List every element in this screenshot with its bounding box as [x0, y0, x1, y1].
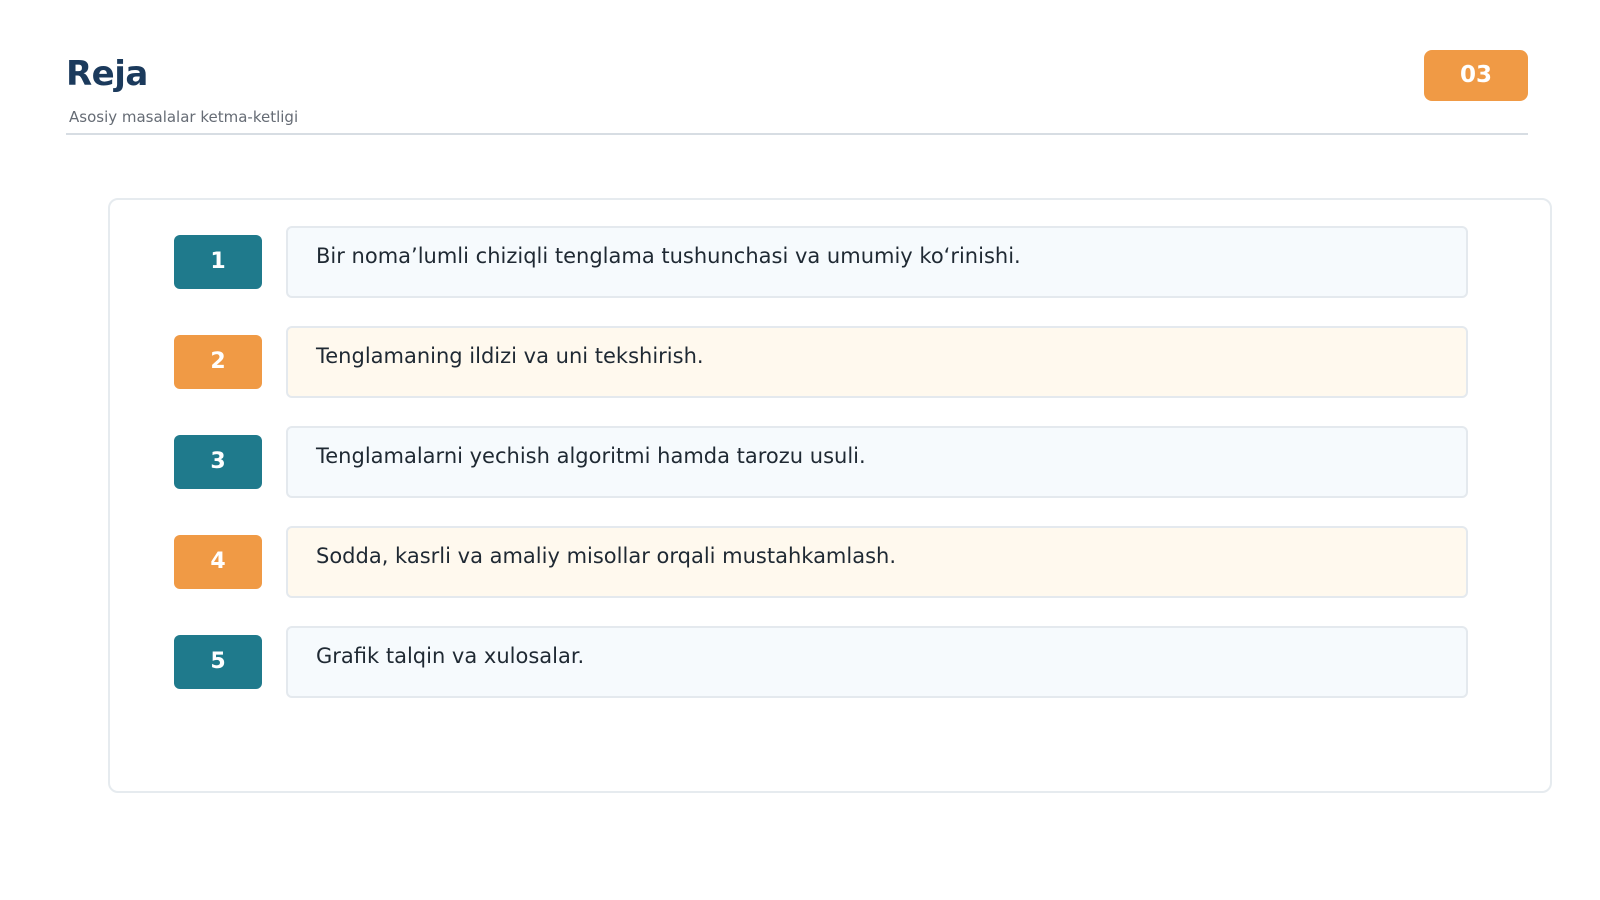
item-text: Tenglamalarni yechish algoritmi hamda ta… — [286, 426, 1468, 498]
plan-item: 5 Grafik talqin va xulosalar. — [110, 626, 1550, 698]
page-number-badge: 03 — [1424, 50, 1528, 101]
plan-item: 1 Bir noma’lumli chiziqli tenglama tushu… — [110, 226, 1550, 298]
page-title: Reja — [66, 54, 148, 94]
item-text: Bir noma’lumli chiziqli tenglama tushunc… — [286, 226, 1468, 298]
plan-panel: 1 Bir noma’lumli chiziqli tenglama tushu… — [108, 198, 1552, 793]
plan-item: 4 Sodda, kasrli va amaliy misollar orqal… — [110, 526, 1550, 598]
item-number-badge: 1 — [174, 235, 262, 289]
item-number-badge: 4 — [174, 535, 262, 589]
item-text: Sodda, kasrli va amaliy misollar orqali … — [286, 526, 1468, 598]
item-number-badge: 2 — [174, 335, 262, 389]
plan-item: 3 Tenglamalarni yechish algoritmi hamda … — [110, 426, 1550, 498]
item-number-badge: 5 — [174, 635, 262, 689]
item-number-badge: 3 — [174, 435, 262, 489]
plan-item: 2 Tenglamaning ildizi va uni tekshirish. — [110, 326, 1550, 398]
item-text: Tenglamaning ildizi va uni tekshirish. — [286, 326, 1468, 398]
page-subtitle: Asosiy masalalar ketma-ketligi — [69, 108, 299, 126]
item-text: Grafik talqin va xulosalar. — [286, 626, 1468, 698]
header-divider — [66, 133, 1528, 135]
